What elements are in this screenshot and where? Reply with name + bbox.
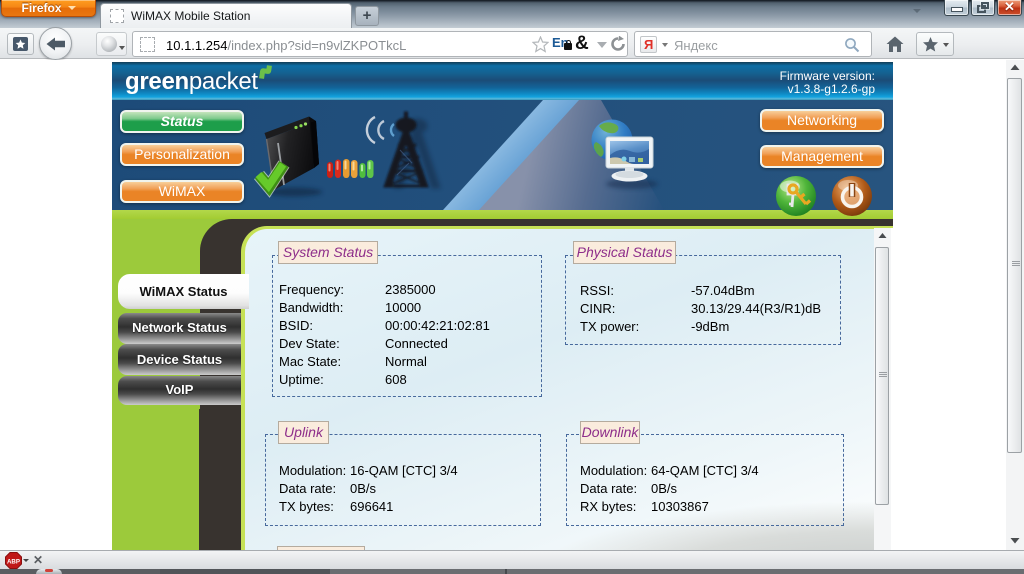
- svg-text:ABP: ABP: [7, 559, 20, 566]
